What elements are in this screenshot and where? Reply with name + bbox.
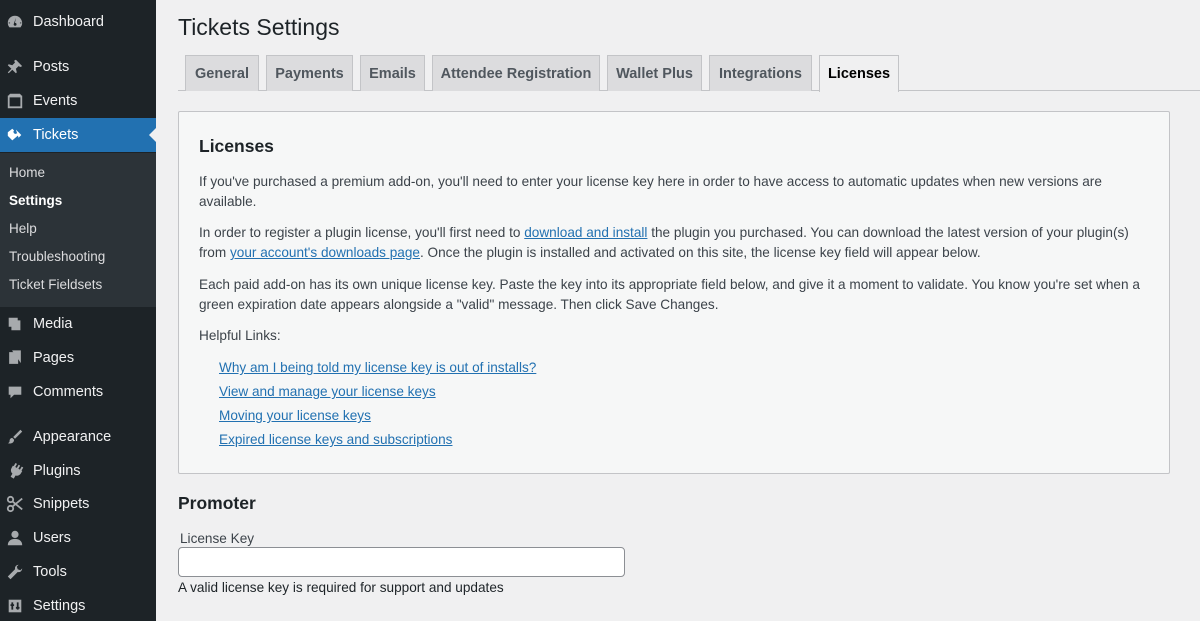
list-item: Why am I being told my license key is ou… [219, 359, 536, 383]
manage-license-keys-link[interactable]: View and manage your license keys [219, 384, 436, 399]
sidebar-item-snippets[interactable]: Snippets [0, 487, 156, 521]
pages-icon [5, 348, 25, 368]
helpful-links-list: Why am I being told my license key is ou… [219, 359, 536, 455]
licenses-key-paragraph: Each paid add-on has its own unique lice… [199, 277, 1140, 312]
tickets-submenu: Home Settings Help Troubleshooting Ticke… [0, 153, 156, 307]
license-key-input[interactable] [178, 547, 625, 577]
sidebar-item-label: Users [33, 530, 71, 546]
sidebar-item-dashboard[interactable]: Dashboard [0, 5, 156, 39]
sidebar-item-posts[interactable]: Posts [0, 50, 156, 84]
sidebar-item-label: Snippets [33, 496, 90, 512]
sidebar-item-label: Appearance [33, 429, 112, 445]
sidebar-item-tickets[interactable]: Tickets [0, 118, 156, 152]
calendar-icon [5, 91, 25, 111]
tab-general[interactable]: General [185, 55, 259, 91]
sidebar-item-label: Events [33, 93, 78, 109]
tab-integrations[interactable]: Integrations [709, 55, 812, 91]
moving-license-keys-link[interactable]: Moving your license keys [219, 408, 371, 423]
pushpin-icon [5, 57, 25, 77]
paintbrush-icon [5, 427, 25, 447]
sidebar-item-plugins[interactable]: Plugins [0, 454, 156, 488]
text-segment: In order to register a plugin license, y… [199, 225, 525, 240]
user-icon [5, 528, 25, 548]
tab-payments[interactable]: Payments [266, 55, 353, 91]
sidebar-item-label: Posts [33, 59, 70, 75]
submenu-item-ticket-fieldsets[interactable]: Ticket Fieldsets [9, 277, 102, 292]
dashboard-icon [5, 12, 25, 32]
license-key-label: License Key [180, 531, 255, 546]
text-segment: . Once the plugin is installed and activ… [419, 245, 981, 260]
submenu-item-help[interactable]: Help [9, 221, 37, 236]
sidebar-item-comments[interactable]: Comments [0, 375, 156, 409]
download-install-link[interactable]: download and install [524, 225, 647, 240]
wrench-icon [5, 562, 25, 582]
submenu-item-troubleshooting[interactable]: Troubleshooting [9, 249, 105, 264]
license-key-help-text: A valid license key is required for supp… [178, 580, 504, 595]
sidebar-item-label: Tools [33, 564, 67, 580]
list-item: View and manage your license keys [219, 383, 536, 407]
plugin-icon [5, 461, 25, 481]
list-item: Expired license keys and subscriptions [219, 431, 536, 455]
settings-icon [5, 596, 25, 616]
sidebar-item-label: Comments [33, 384, 104, 400]
ticket-icon [5, 125, 25, 145]
helpful-links-label: Helpful Links: [199, 328, 281, 343]
tab-licenses[interactable]: Licenses [819, 55, 899, 92]
sidebar-item-tools[interactable]: Tools [0, 555, 156, 589]
sidebar-item-media[interactable]: Media [0, 307, 156, 341]
comments-icon [5, 382, 25, 402]
promoter-heading: Promoter [178, 493, 256, 513]
submenu-item-home[interactable]: Home [9, 165, 45, 180]
media-icon [5, 314, 25, 334]
sidebar-item-label: Settings [33, 598, 86, 614]
licenses-register-paragraph: In order to register a plugin license, y… [199, 223, 1149, 263]
sidebar-item-label: Tickets [33, 127, 79, 143]
account-downloads-link[interactable]: your account's downloads page [230, 245, 420, 260]
submenu-item-settings[interactable]: Settings [9, 193, 62, 208]
tab-emails[interactable]: Emails [360, 55, 425, 91]
admin-sidebar: Dashboard Posts Events Tickets Home Sett… [0, 0, 156, 621]
sidebar-item-label: Plugins [33, 463, 81, 479]
out-of-installs-link[interactable]: Why am I being told my license key is ou… [219, 360, 536, 375]
licenses-panel: Licenses If you've purchased a premium a… [178, 111, 1170, 474]
expired-license-keys-link[interactable]: Expired license keys and subscriptions [219, 432, 452, 447]
licenses-intro-paragraph: If you've purchased a premium add-on, yo… [199, 174, 1102, 209]
tab-wallet-plus[interactable]: Wallet Plus [607, 55, 702, 91]
sidebar-item-label: Media [33, 316, 73, 332]
page-title: Tickets Settings [178, 14, 340, 40]
scissors-icon [5, 494, 25, 514]
sidebar-item-appearance[interactable]: Appearance [0, 420, 156, 454]
sidebar-item-label: Pages [33, 350, 75, 366]
settings-tabs: General Payments Emails Attendee Registr… [178, 55, 1200, 92]
sidebar-item-settings[interactable]: Settings [0, 589, 156, 621]
list-item: Moving your license keys [219, 407, 536, 431]
sidebar-item-users[interactable]: Users [0, 521, 156, 555]
sidebar-item-label: Dashboard [33, 14, 104, 30]
sidebar-item-pages[interactable]: Pages [0, 341, 156, 375]
tab-attendee-registration[interactable]: Attendee Registration [432, 55, 600, 91]
sidebar-item-events[interactable]: Events [0, 84, 156, 118]
licenses-heading: Licenses [199, 136, 274, 156]
